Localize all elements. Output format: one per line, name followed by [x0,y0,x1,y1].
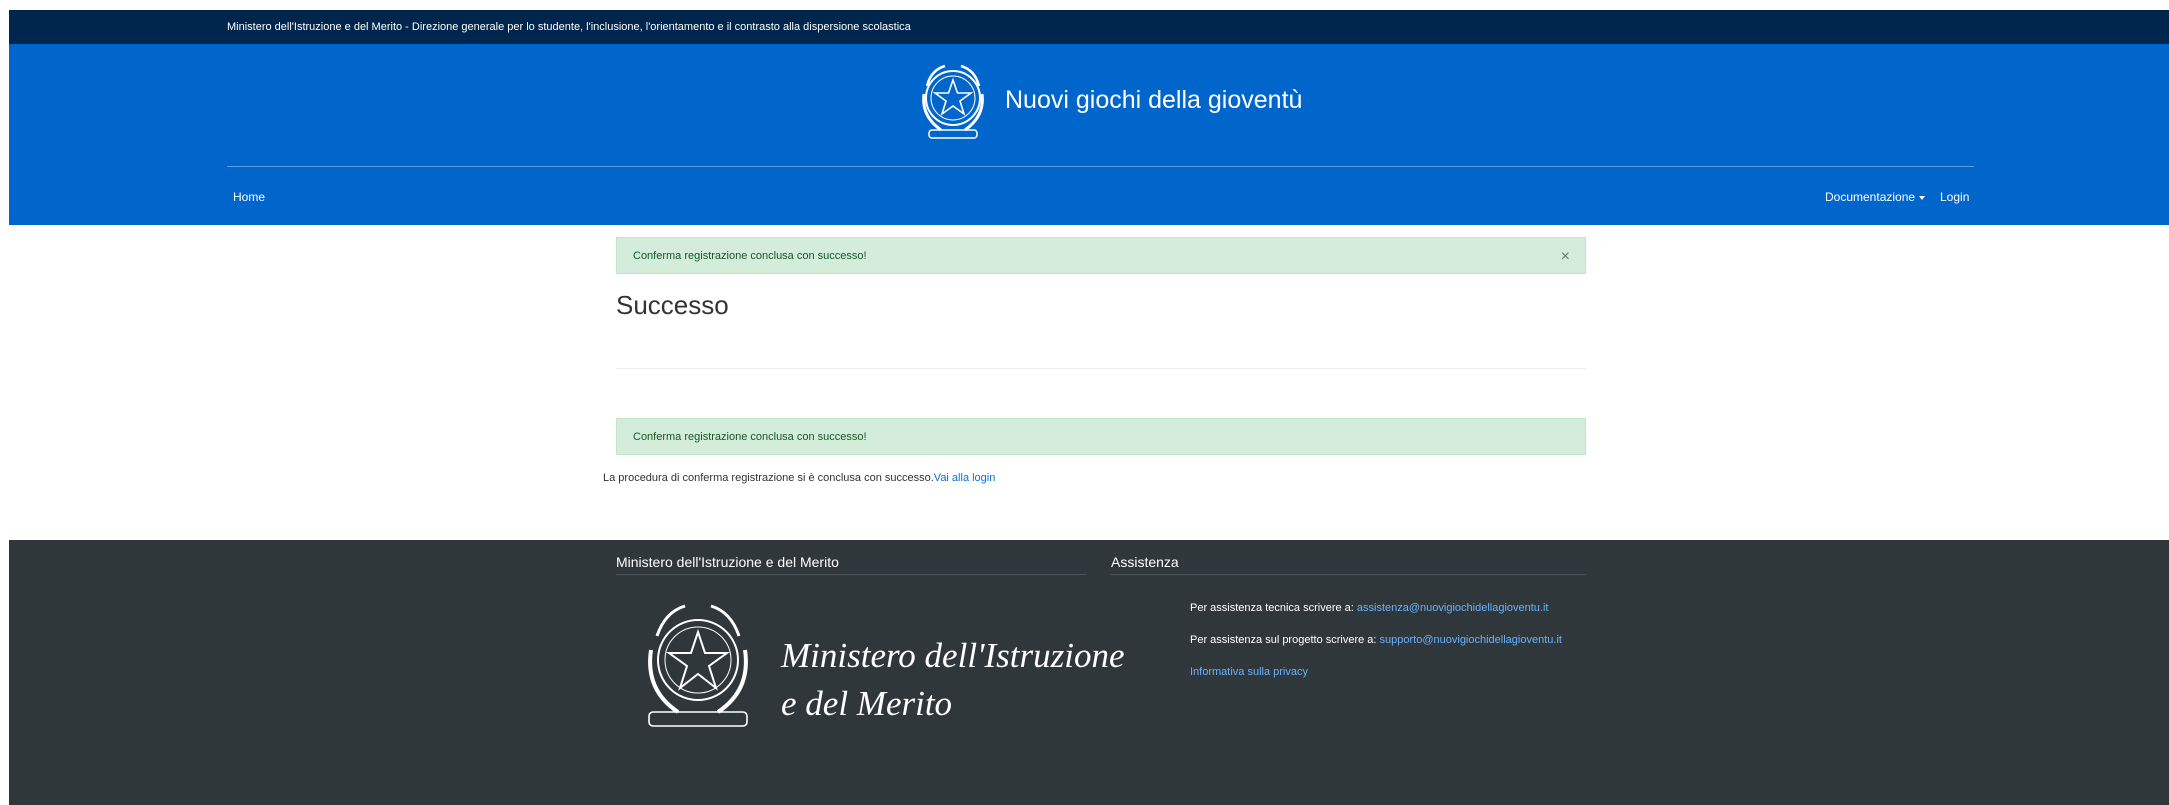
success-message-text: Conferma registrazione conclusa con succ… [633,431,867,443]
site-footer: Ministero dell'Istruzione e del Merito A… [9,540,2169,805]
footer-divider-left [616,574,1086,575]
nav-documentation-dropdown[interactable]: Documentazione [1825,190,1926,204]
top-bar: Ministero dell'Istruzione e del Merito -… [9,10,2169,44]
success-message-box: Conferma registrazione conclusa con succ… [616,418,1586,455]
content-divider [616,368,1586,369]
page-title: Successo [616,290,729,320]
tech-support-line: Per assistenza tecnica scrivere a: assis… [1190,602,1548,614]
privacy-policy-link[interactable]: Informativa sulla privacy [1190,666,1308,678]
republic-emblem-icon [911,56,996,146]
nav-login-link[interactable]: Login [1940,190,1969,204]
ministry-emblem-icon [633,600,763,736]
footer-assistance-title: Assistenza [1111,554,1179,570]
footer-ministry-logotype: Ministero dell'Istruzione e del Merito [781,632,1125,728]
site-title: Nuovi giochi della gioventù [1005,86,1303,114]
footer-divider-right [1111,574,1586,575]
footer-ministry-line1: Ministero dell'Istruzione [781,636,1125,675]
footer-ministry-title: Ministero dell'Istruzione e del Merito [616,554,839,570]
close-icon[interactable]: × [1561,249,1570,265]
nav-documentation-label: Documentazione [1825,190,1916,204]
success-alert-text: Conferma registrazione conclusa con succ… [633,250,867,262]
project-support-line: Per assistenza sul progetto scrivere a: … [1190,634,1562,646]
confirmation-info: La procedura di conferma registrazione s… [603,472,995,484]
project-support-label: Per assistenza sul progetto scrivere a: [1190,634,1377,646]
page-frame: Ministero dell'Istruzione e del Merito -… [9,10,2169,805]
header-divider [227,166,1974,167]
tech-support-email-link[interactable]: assistenza@nuovigiochidellagioventu.it [1357,602,1549,614]
project-support-email-link[interactable]: supporto@nuovigiochidellagioventu.it [1380,634,1562,646]
go-to-login-link[interactable]: Vai alla login [934,472,996,484]
caret-down-icon [1919,195,1926,200]
nav-home-link[interactable]: Home [233,190,265,204]
top-bar-text: Ministero dell'Istruzione e del Merito -… [227,21,911,33]
success-alert: Conferma registrazione conclusa con succ… [616,237,1586,274]
confirmation-info-text: La procedura di conferma registrazione s… [603,472,934,484]
tech-support-label: Per assistenza tecnica scrivere a: [1190,602,1354,614]
footer-ministry-line2: e del Merito [781,684,953,723]
site-header: Nuovi giochi della gioventù Home Documen… [9,44,2169,225]
